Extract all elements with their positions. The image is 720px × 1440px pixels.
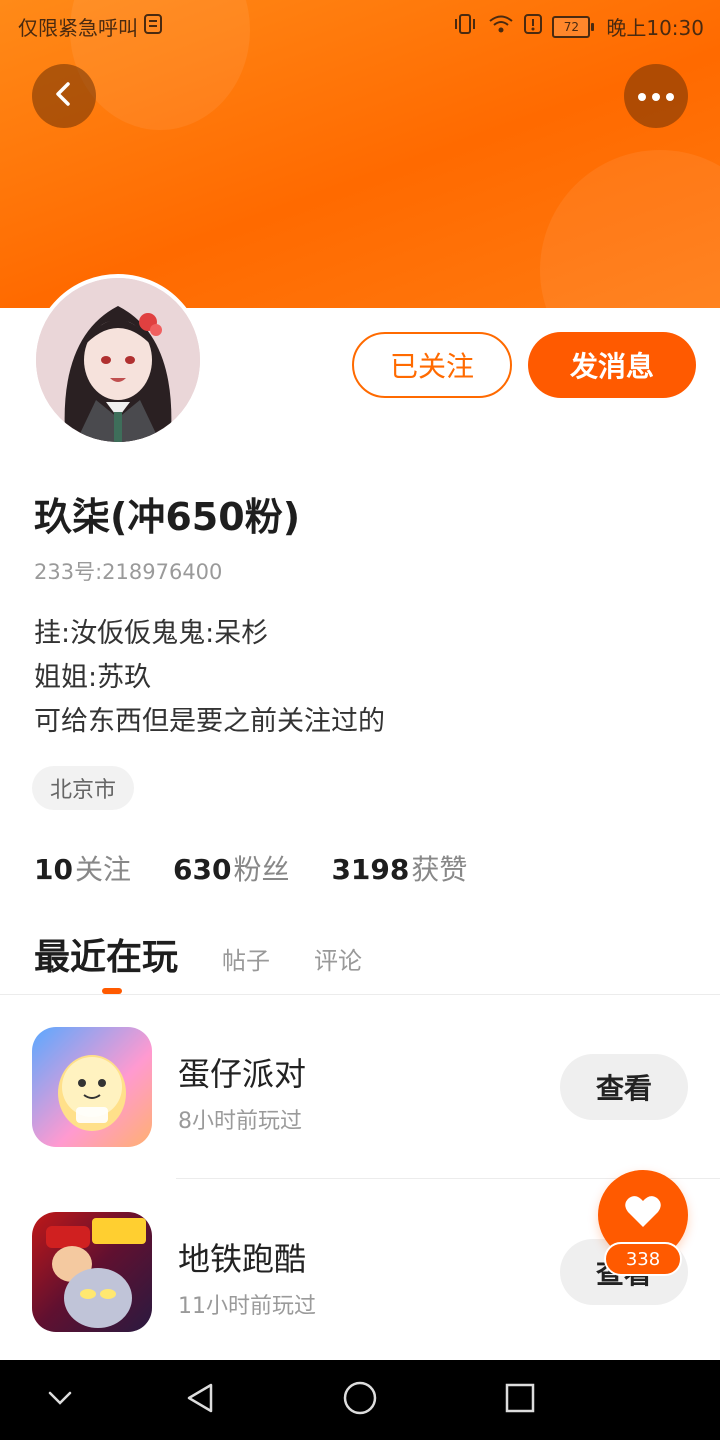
bio-line: 姐姐:苏玖 <box>34 662 152 693</box>
chevron-left-icon <box>50 80 78 112</box>
game-list-item[interactable]: 蛋仔派对 8小时前玩过 查看 <box>0 1027 720 1177</box>
game-last-played: 8小时前玩过 <box>178 1109 302 1134</box>
bio-line: 挂:汝仮仮鬼鬼:呆杉 <box>34 618 269 649</box>
chevron-down-icon <box>46 1389 74 1411</box>
square-recents-icon <box>504 1382 536 1418</box>
stat-followers[interactable]: 630粉丝 <box>173 848 289 888</box>
profile-name: 玖柒(冲650粉) <box>34 495 301 539</box>
nav-home-button[interactable] <box>340 1380 380 1420</box>
battery-icon: 72 <box>552 15 595 38</box>
nav-recents-button[interactable] <box>500 1380 540 1420</box>
carrier-text: 仅限紧急呼叫 <box>18 16 138 40</box>
send-message-button[interactable]: 发消息 <box>528 332 696 398</box>
profile-header-banner: 仅限紧急呼叫 72 晚上10:30 <box>0 0 720 308</box>
followed-button[interactable]: 已关注 <box>352 332 512 398</box>
alert-icon <box>524 14 543 39</box>
more-button[interactable] <box>624 64 688 128</box>
stat-value: 10 <box>34 853 73 886</box>
avatar-illustration <box>36 278 200 442</box>
heart-icon <box>624 1194 662 1232</box>
avatar[interactable] <box>32 274 204 446</box>
game-last-played: 11小时前玩过 <box>178 1294 316 1319</box>
nav-back-button[interactable] <box>180 1380 220 1420</box>
stat-value: 630 <box>172 853 232 886</box>
system-navigation-bar <box>0 1360 720 1440</box>
more-dots-icon <box>636 87 676 106</box>
stat-label: 获赞 <box>411 853 468 886</box>
stat-likes: 3198获赞 <box>331 848 467 888</box>
divider <box>0 994 720 995</box>
triangle-back-icon <box>185 1382 215 1418</box>
stat-following[interactable]: 10关注 <box>34 848 131 888</box>
profile-stats: 10关注 630粉丝 3198获赞 <box>34 848 467 888</box>
bio-line: 可给东西但是要之前关注过的 <box>34 706 385 737</box>
hide-nav-button[interactable] <box>40 1380 80 1420</box>
tab-posts[interactable]: 帖子 <box>222 941 270 976</box>
clock: 晚上10:30 <box>606 16 704 40</box>
game-title: 蛋仔派对 <box>178 1055 307 1093</box>
tab-recently-played[interactable]: 最近在玩 <box>34 928 178 980</box>
vibrate-icon <box>452 14 478 39</box>
view-button[interactable]: 查看 <box>560 1054 688 1120</box>
stat-value: 3198 <box>331 853 410 886</box>
back-button[interactable] <box>32 64 96 128</box>
sim-icon <box>144 14 162 39</box>
game-title: 地铁跑酷 <box>178 1240 307 1278</box>
stat-label: 关注 <box>74 853 131 886</box>
game-icon-subway-surfers <box>32 1212 152 1332</box>
stat-label: 粉丝 <box>233 853 290 886</box>
banner-decoration <box>540 150 720 308</box>
tab-comments[interactable]: 评论 <box>314 941 362 976</box>
status-bar: 仅限紧急呼叫 72 晚上10:30 <box>0 0 720 50</box>
circle-home-icon <box>342 1380 378 1420</box>
game-icon-eggy-party <box>32 1027 152 1147</box>
wifi-icon <box>488 14 514 39</box>
tab-bar: 最近在玩 帖子 评论 <box>34 928 362 980</box>
location-tag: 北京市 <box>32 766 135 810</box>
bio: 挂:汝仮仮鬼鬼:呆杉 姐姐:苏玖 可给东西但是要之前关注过的 <box>34 612 385 744</box>
like-count-badge: 338 <box>604 1242 682 1276</box>
user-id: 233号:218976400 <box>34 560 223 584</box>
